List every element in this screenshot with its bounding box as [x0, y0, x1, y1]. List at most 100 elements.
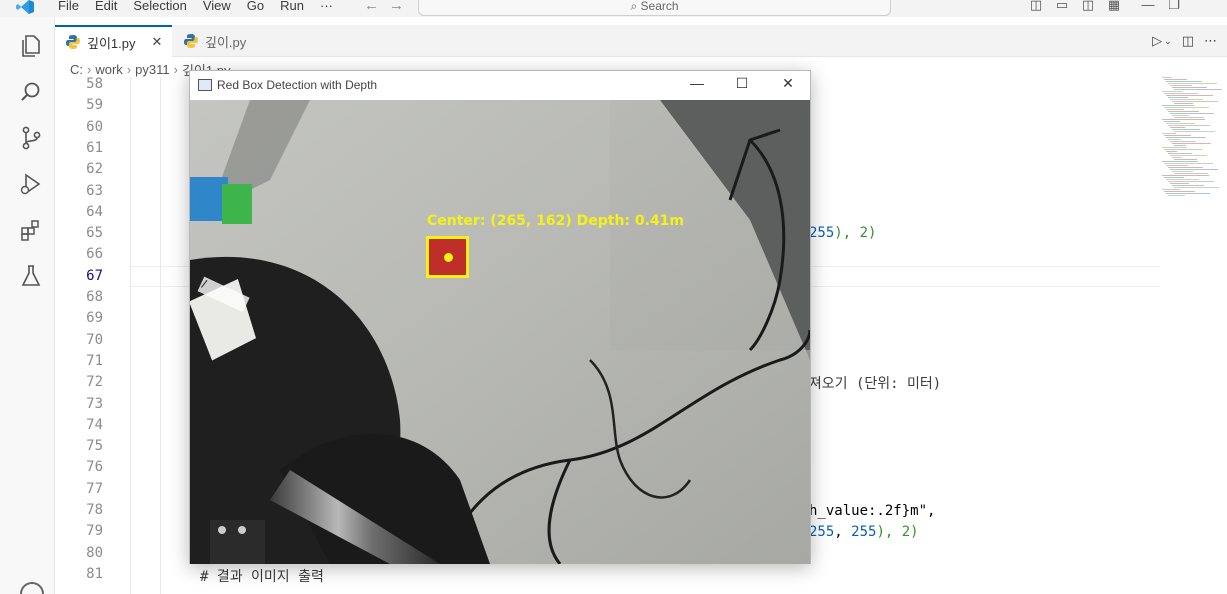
toggle-secondary-sidebar-icon[interactable]: ◫ — [1075, 0, 1101, 13]
menu-run[interactable]: Run — [272, 0, 312, 14]
tab-file-1[interactable]: 깊이1.py ✕ — [55, 25, 172, 57]
center-dot — [444, 253, 453, 262]
breadcrumb-separator-icon: › — [173, 61, 178, 77]
minimap-line — [1166, 123, 1195, 124]
red-box-detection — [426, 236, 469, 278]
nav-arrows: ←→ — [364, 0, 414, 14]
testing-flask-icon[interactable] — [18, 263, 44, 289]
indent-guide — [130, 77, 131, 594]
breadcrumb-folder-py311[interactable]: py311 — [135, 62, 169, 77]
tab-label: 깊이.py — [205, 34, 247, 50]
minimap-line — [1164, 93, 1198, 94]
minimap-line — [1172, 87, 1207, 88]
close-window-icon[interactable] — [1187, 0, 1227, 13]
maximize-icon[interactable]: ☐ — [732, 75, 752, 92]
tab-file-2[interactable]: 깊이.py — [173, 25, 288, 57]
camera-scene-image — [190, 100, 810, 564]
menu-selection[interactable]: Selection — [125, 0, 194, 14]
breadcrumb-separator-icon: › — [87, 61, 92, 77]
code-fstring: h_value:.2f}m", — [809, 503, 936, 519]
more-actions-icon[interactable]: ⋯ — [1204, 33, 1217, 49]
line-number: 79 — [86, 523, 103, 540]
minimap-line — [1166, 109, 1184, 110]
minimize-icon[interactable]: — — [687, 75, 707, 91]
back-arrow-icon[interactable]: ← — [364, 0, 389, 14]
run-python-file-icon[interactable]: ▷ — [1152, 33, 1162, 49]
minimap-line — [1166, 179, 1199, 180]
minimap-line — [1174, 131, 1215, 132]
forward-arrow-icon[interactable]: → — [389, 0, 414, 14]
window-title-bar[interactable]: Red Box Detection with Depth — ☐ ✕ — [190, 71, 810, 100]
extensions-icon[interactable] — [18, 217, 44, 243]
editor-actions: ▷ ⌄ ◫ ⋯ — [1152, 25, 1227, 57]
customize-layout-icon[interactable]: ▦ — [1101, 0, 1127, 13]
code-line-72: 가져오기 (단위: 미터) — [796, 373, 941, 393]
line-number: 74 — [86, 416, 103, 433]
run-dropdown-chevron-icon[interactable]: ⌄ — [1164, 36, 1172, 47]
minimap-line — [1172, 171, 1193, 172]
line-number: 76 — [86, 459, 103, 476]
minimap-line — [1168, 97, 1188, 98]
line-number: 58 — [86, 76, 103, 92]
detection-label: Center: (265, 162) Depth: 0.41m — [427, 213, 685, 229]
minimap-line — [1168, 195, 1185, 196]
source-control-icon[interactable] — [18, 125, 44, 151]
menu-edit[interactable]: Edit — [87, 0, 125, 14]
minimap-line — [1168, 153, 1192, 154]
line-number: 67 — [86, 267, 103, 284]
minimap-line — [1174, 187, 1219, 188]
search-placeholder: Search — [640, 0, 679, 13]
run-debug-icon[interactable] — [18, 171, 44, 197]
minimize-window-icon[interactable]: — — [1135, 0, 1161, 13]
minimap-line — [1170, 141, 1196, 142]
restore-window-icon[interactable]: ❐ — [1161, 0, 1187, 13]
breadcrumb-drive[interactable]: C: — [70, 62, 83, 77]
minimap-line — [1170, 169, 1218, 170]
window-app-icon — [198, 79, 212, 91]
minimap-line — [1172, 157, 1182, 158]
menu-file[interactable]: File — [50, 0, 87, 14]
minimap-line — [1172, 185, 1204, 186]
minimap-line — [1174, 89, 1222, 90]
layout-controls: ◫ ▭ ◫ ▦ — [1023, 0, 1127, 13]
toggle-panel-icon[interactable]: ▭ — [1049, 0, 1075, 13]
minimap-line — [1168, 111, 1199, 112]
line-number: 69 — [86, 310, 103, 327]
opencv-window[interactable]: Red Box Detection with Depth — ☐ ✕ Cente… — [189, 70, 811, 564]
code-comment: 가져오기 (단위: 미터) — [796, 376, 942, 392]
minimap-line — [1166, 151, 1177, 152]
minimap-line — [1170, 183, 1189, 184]
explorer-icon[interactable] — [18, 33, 44, 59]
line-number: 81 — [86, 565, 103, 582]
code-number: 255 — [809, 524, 835, 540]
menu-more[interactable]: ··· — [312, 0, 341, 14]
minimap-line — [1174, 173, 1208, 174]
minimap-line — [1162, 175, 1209, 176]
code-punct: ), 2) — [834, 225, 877, 241]
menu-go[interactable]: Go — [239, 0, 272, 14]
minimap-line — [1164, 177, 1184, 178]
line-number: 61 — [86, 139, 103, 156]
minimap-line — [1164, 163, 1213, 164]
python-file-icon — [184, 34, 198, 48]
window-title: Red Box Detection with Depth — [217, 78, 378, 92]
close-icon[interactable]: ✕ — [778, 75, 798, 92]
menu-bar: File Edit Selection View Go Run ··· — [50, 0, 341, 14]
search-sidebar-icon[interactable] — [18, 79, 44, 105]
line-number: 73 — [86, 395, 103, 412]
minimap-line — [1168, 167, 1203, 168]
minimap-line — [1166, 165, 1188, 166]
menu-view[interactable]: View — [195, 0, 239, 14]
minimap[interactable] — [1160, 77, 1227, 207]
line-number: 70 — [86, 331, 103, 348]
title-bar: File Edit Selection View Go Run ··· ←→ ⌕… — [0, 0, 1227, 17]
line-number: 71 — [86, 352, 103, 369]
split-editor-icon[interactable]: ◫ — [1182, 33, 1194, 49]
close-tab-icon[interactable]: ✕ — [152, 34, 163, 50]
breadcrumb-folder-work[interactable]: work — [95, 62, 122, 77]
command-center-search[interactable]: ⌕ Search — [418, 0, 891, 16]
line-number: 66 — [86, 246, 103, 263]
indent-guide — [160, 77, 161, 594]
minimap-line — [1164, 121, 1180, 122]
toggle-primary-sidebar-icon[interactable]: ◫ — [1023, 0, 1049, 13]
